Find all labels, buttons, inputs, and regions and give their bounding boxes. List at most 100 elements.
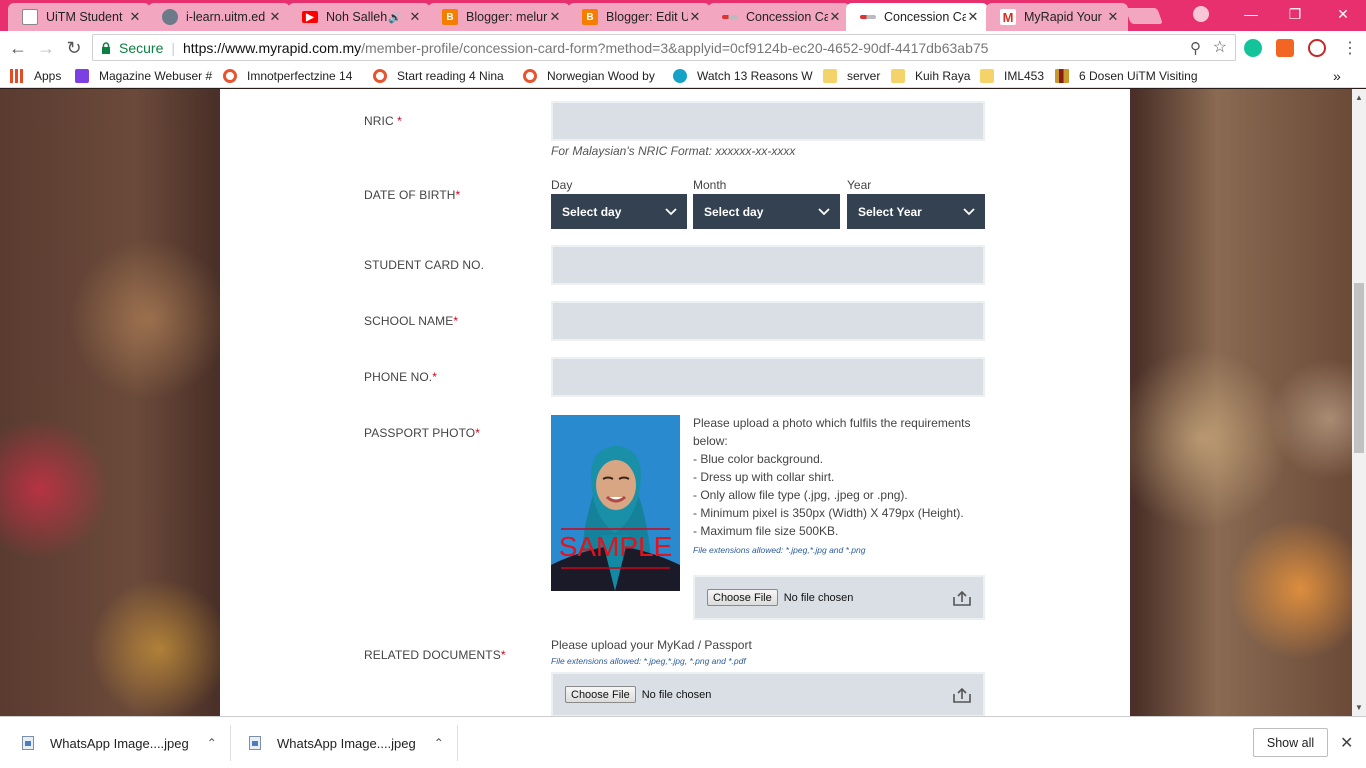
tab-concession-1[interactable]: Concession Ca ✕ xyxy=(708,3,850,31)
scroll-down-arrow-icon[interactable]: ▼ xyxy=(1355,703,1363,712)
wattpad-icon xyxy=(523,69,537,83)
photo-requirements: Please upload a photo which fulfils the … xyxy=(693,416,971,538)
tab-ilearn[interactable]: i-learn.uitm.ed ✕ xyxy=(148,3,290,31)
no-file-status: No file chosen xyxy=(641,688,712,701)
address-bar[interactable]: Secure | https://www.myrapid.com.my /mem… xyxy=(92,34,1236,61)
tab-close-icon[interactable]: ✕ xyxy=(548,9,562,25)
tab-gmail-myrapid[interactable]: M MyRapid Your ✕ xyxy=(986,3,1128,31)
tab-close-icon[interactable]: ✕ xyxy=(966,9,980,25)
sample-passport-photo: SAMPLE xyxy=(551,415,680,591)
related-documents-note: Please upload your MyKad / Passport xyxy=(551,638,752,652)
phone-input[interactable] xyxy=(551,357,985,397)
bookmark-apps[interactable]: Apps xyxy=(10,67,61,85)
divider xyxy=(457,725,458,761)
month-select[interactable]: Select day xyxy=(693,194,840,229)
lock-icon xyxy=(102,41,110,54)
related-documents-label: RELATED DOCUMENTS* xyxy=(364,648,506,662)
tab-blogger-melur[interactable]: B Blogger: melur ✕ xyxy=(428,3,570,31)
nric-input[interactable] xyxy=(551,101,985,141)
photo-upload-field[interactable]: Choose File No file chosen xyxy=(693,575,985,620)
adblock-icon[interactable] xyxy=(1308,39,1326,57)
document-icon xyxy=(22,9,38,25)
chevron-down-icon xyxy=(963,208,975,216)
tab-close-icon[interactable]: ✕ xyxy=(128,9,142,25)
search-icon[interactable]: ⚲ xyxy=(1190,39,1201,57)
phone-label: PHONE NO.* xyxy=(364,370,438,384)
bookmark-6-dosen[interactable]: 6 Dosen UiTM Visiting xyxy=(1055,67,1198,85)
secure-label: Secure xyxy=(119,39,164,56)
page-scrollbar[interactable]: ▲ ▼ xyxy=(1352,89,1366,716)
school-name-input[interactable] xyxy=(551,301,985,341)
download-item[interactable]: WhatsApp Image....jpeg ⌃ xyxy=(249,717,444,768)
tab-close-icon[interactable]: ✕ xyxy=(1106,9,1120,25)
tab-close-icon[interactable]: ✕ xyxy=(268,9,282,25)
upload-icon[interactable] xyxy=(951,685,973,705)
image-file-icon xyxy=(249,736,261,750)
scroll-up-arrow-icon[interactable]: ▲ xyxy=(1355,93,1363,102)
profile-icon[interactable] xyxy=(1193,6,1209,22)
day-select[interactable]: Select day xyxy=(551,194,687,229)
url-path: /member-profile/concession-card-form?met… xyxy=(361,39,989,56)
restore-icon[interactable]: ❐ xyxy=(1272,0,1318,28)
star-icon[interactable]: ☆ xyxy=(1213,37,1227,57)
minimize-icon[interactable]: — xyxy=(1228,0,1274,28)
tab-youtube[interactable]: ▶ Noh Salleh 🔊 ✕ xyxy=(288,3,430,31)
tab-concession-active[interactable]: Concession Ca ✕ xyxy=(846,3,988,31)
tab-close-icon[interactable]: ✕ xyxy=(688,9,702,25)
photo-extensions-note: File extensions allowed: *.jpeg,*.jpg an… xyxy=(693,545,866,555)
chevron-down-icon xyxy=(818,208,830,216)
blogger-icon: B xyxy=(582,9,598,25)
choose-file-button[interactable]: Choose File xyxy=(707,589,778,606)
bookmark-kuih-raya[interactable]: Kuih Raya xyxy=(891,67,970,85)
blogger-icon: B xyxy=(442,9,458,25)
bookmarks-bar: Apps Magazine Webuser # Imnotperfectzine… xyxy=(0,64,1366,88)
bookmark-iml453[interactable]: IML453 xyxy=(980,67,1044,85)
no-file-status: No file chosen xyxy=(783,591,854,604)
url-host: https://www.myrapid.com.my xyxy=(183,39,362,56)
window-close-icon[interactable]: ✕ xyxy=(1320,0,1366,28)
related-documents-upload-field[interactable]: Choose File No file chosen xyxy=(551,672,985,716)
related-documents-extensions: File extensions allowed: *.jpeg,*.jpg, *… xyxy=(551,656,746,666)
chevron-up-icon[interactable]: ⌃ xyxy=(434,736,444,750)
chevron-up-icon[interactable]: ⌃ xyxy=(207,736,217,750)
browser-toolbar: ← → ↻ Secure | https://www.myrapid.com.m… xyxy=(0,31,1366,64)
year-select[interactable]: Select Year xyxy=(847,194,985,229)
bookmark-start-reading[interactable]: Start reading 4 Nina xyxy=(373,67,504,85)
download-item[interactable]: WhatsApp Image....jpeg ⌃ xyxy=(22,717,217,768)
more-bookmarks-button[interactable]: » xyxy=(1333,67,1341,85)
year-label: Year xyxy=(847,178,872,192)
tab-blogger-edit[interactable]: B Blogger: Edit U ✕ xyxy=(568,3,710,31)
forward-arrow-icon[interactable]: → xyxy=(34,36,58,60)
tab-uitm-student[interactable]: UiTM Student ✕ xyxy=(8,3,150,31)
magazine-icon xyxy=(75,69,89,83)
grammarly-icon[interactable] xyxy=(1244,39,1262,57)
choose-file-button[interactable]: Choose File xyxy=(565,686,636,703)
month-label: Month xyxy=(693,178,727,192)
speaker-icon[interactable]: 🔊 xyxy=(388,11,402,24)
tab-close-icon[interactable]: ✕ xyxy=(408,9,422,25)
image-file-icon xyxy=(22,736,34,750)
passport-photo-label: PASSPORT PHOTO* xyxy=(364,426,480,440)
apps-grid-icon xyxy=(10,69,24,83)
close-icon[interactable]: ✕ xyxy=(1340,733,1353,753)
extension-icon[interactable] xyxy=(1276,39,1294,57)
bookmark-server[interactable]: server xyxy=(823,67,880,85)
student-card-input[interactable] xyxy=(551,245,985,285)
new-tab-button[interactable] xyxy=(1125,8,1163,24)
scrollbar-thumb[interactable] xyxy=(1354,283,1364,453)
bookmark-norwegian-wood[interactable]: Norwegian Wood by xyxy=(523,67,655,85)
tab-close-icon[interactable]: ✕ xyxy=(828,9,842,25)
show-all-button[interactable]: Show all xyxy=(1253,728,1328,757)
bookmark-imnotperfectzine[interactable]: Imnotperfectzine 14 xyxy=(223,67,352,85)
back-arrow-icon[interactable]: ← xyxy=(6,36,30,60)
bookmark-magazine[interactable]: Magazine Webuser # xyxy=(75,67,212,85)
wattpad-icon xyxy=(223,69,237,83)
sample-photo-image xyxy=(551,415,680,591)
student-card-label: STUDENT CARD NO. xyxy=(364,258,485,272)
school-name-label: SCHOOL NAME* xyxy=(364,314,459,328)
reload-icon[interactable]: ↻ xyxy=(62,36,86,60)
dob-label: DATE OF BIRTH* xyxy=(364,188,461,202)
menu-icon[interactable]: ⋮ xyxy=(1338,36,1362,60)
bookmark-13-reasons[interactable]: Watch 13 Reasons W xyxy=(673,67,813,85)
upload-icon[interactable] xyxy=(951,588,973,608)
